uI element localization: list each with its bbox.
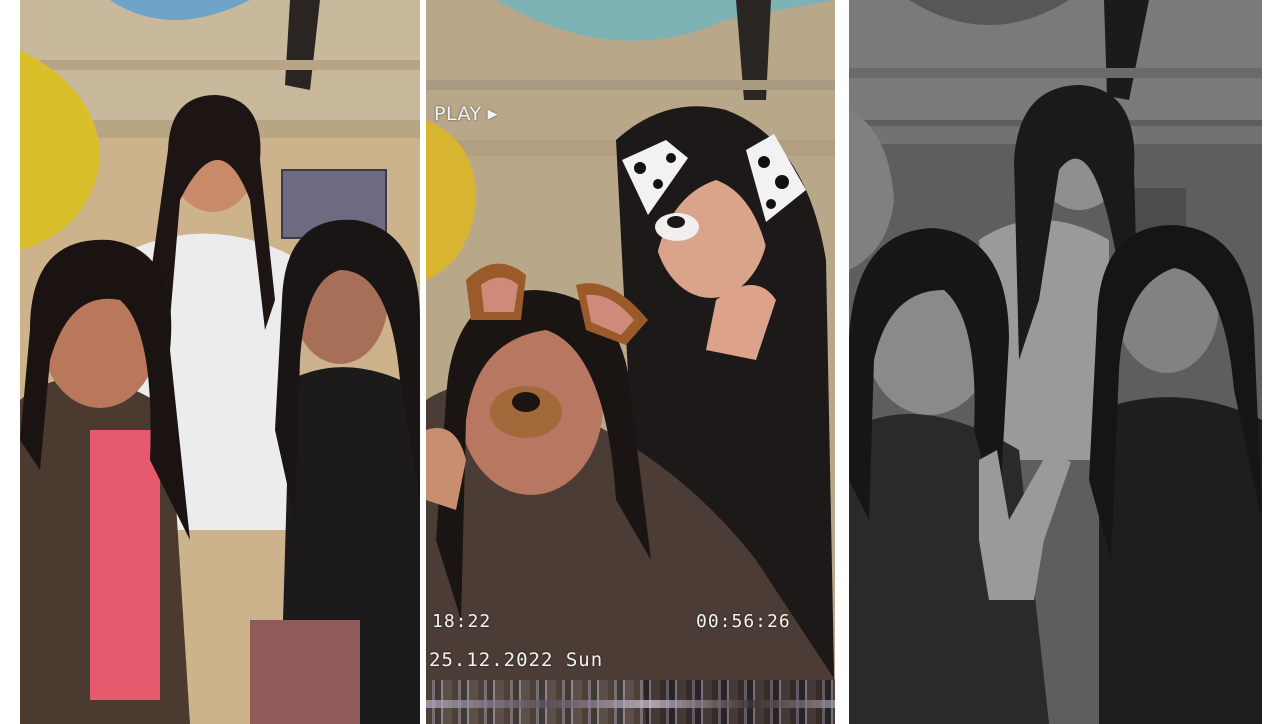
vhs-time: 18:22 bbox=[432, 611, 492, 632]
play-icon: ▶ bbox=[487, 107, 499, 122]
vhs-counter: 00:56:26 bbox=[696, 611, 791, 632]
vhs-date: 25.12.2022 Sun bbox=[429, 649, 604, 671]
bw-photo-illustration bbox=[849, 0, 1262, 724]
vhs-play-indicator: PLAY ▶ bbox=[434, 103, 498, 125]
color-photo bbox=[20, 0, 420, 724]
color-photo-illustration bbox=[20, 0, 420, 724]
vhs-glitch-stripe bbox=[426, 700, 835, 708]
vhs-snapchat-photo: PLAY ▶ 18:22 00:56:26 25.12.2022 Sun bbox=[426, 0, 835, 724]
play-label: PLAY bbox=[434, 103, 482, 125]
black-and-white-photo bbox=[849, 0, 1262, 724]
